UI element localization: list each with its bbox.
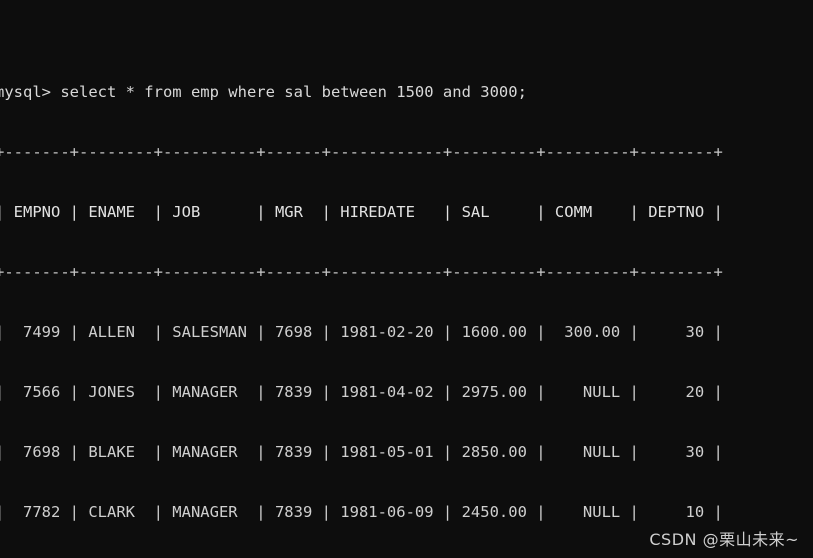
- csdn-watermark: CSDN @栗山未来~: [649, 530, 799, 549]
- table-header-row-1: | EMPNO | ENAME | JOB | MGR | HIREDATE |…: [0, 203, 723, 221]
- table-row: | 7698 | BLAKE | MANAGER | 7839 | 1981-0…: [0, 443, 723, 461]
- table-top-rule-1: +-------+--------+----------+------+----…: [0, 143, 723, 161]
- table-header-rule-1: +-------+--------+----------+------+----…: [0, 263, 723, 281]
- table-row: | 7499 | ALLEN | SALESMAN | 7698 | 1981-…: [0, 323, 723, 341]
- command-prompt-line-1: mysql> select * from emp where sal betwe…: [0, 83, 527, 101]
- table-row: | 7782 | CLARK | MANAGER | 7839 | 1981-0…: [0, 503, 723, 521]
- terminal-screen: mysql> select * from emp where sal betwe…: [0, 2, 723, 558]
- table-row: | 7566 | JONES | MANAGER | 7839 | 1981-0…: [0, 383, 723, 401]
- mysql-terminal-window[interactable]: mysql> select * from emp where sal betwe…: [0, 0, 813, 558]
